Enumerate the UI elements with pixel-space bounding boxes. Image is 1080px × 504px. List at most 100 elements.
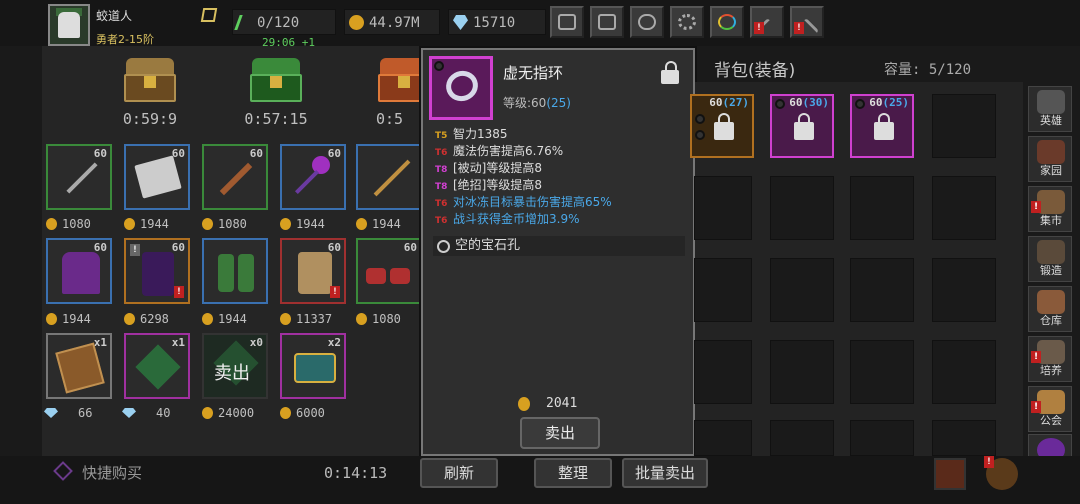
gold-coin-icon	[124, 218, 135, 230]
shop-item-dagger[interactable]: 60	[202, 144, 268, 210]
chest-2[interactable]	[248, 58, 304, 106]
bag-slot-empty[interactable]	[770, 420, 834, 456]
armor-filter-icon[interactable]	[934, 458, 966, 490]
lock-icon[interactable]	[661, 61, 679, 84]
bag-slot-empty[interactable]	[850, 176, 914, 240]
chest-3[interactable]	[376, 58, 420, 106]
settings-button[interactable]	[670, 6, 704, 38]
item-level: 60	[93, 147, 107, 160]
player-avatar[interactable]	[48, 4, 90, 46]
nav-market[interactable]: ! 集市	[1028, 186, 1072, 232]
gold-coin-icon	[202, 407, 213, 419]
nav-guild[interactable]: ! 公会	[1028, 386, 1072, 432]
lightning-icon	[234, 15, 255, 30]
bag-slot-empty[interactable]	[850, 420, 914, 456]
shop-item-book[interactable]: 60	[124, 144, 190, 210]
nav-home[interactable]: 家园	[1028, 136, 1072, 182]
nav-forge[interactable]: 锻造	[1028, 236, 1072, 282]
diamond-value: 15710	[473, 15, 516, 31]
shop-item-soldout[interactable]: x0 卖出	[202, 333, 268, 399]
energy-stat: 0/120	[232, 9, 336, 35]
gold-coin-icon	[518, 397, 530, 411]
bag-slot-empty[interactable]	[770, 340, 834, 404]
edit-icon[interactable]	[200, 8, 218, 22]
bag-slot-empty[interactable]	[932, 176, 996, 240]
bag-item-1[interactable]: 60(27)	[690, 94, 754, 158]
quick-buy-label[interactable]: 快捷购买	[82, 462, 142, 483]
price-1-4: 1944	[278, 216, 350, 232]
broken-sword-button[interactable]: !	[750, 6, 784, 43]
price-1-1: 1080	[44, 216, 116, 232]
bag-slot-empty[interactable]	[694, 340, 752, 404]
gamepad-icon	[638, 14, 656, 30]
item-icon-slot	[429, 56, 493, 120]
bag-item-3[interactable]: 60(25)	[850, 94, 914, 158]
attribute-line: T8 [被动]等级提高8	[435, 161, 542, 175]
sell-button[interactable]: 卖出	[520, 417, 600, 449]
price-3-1: 66	[44, 405, 116, 421]
empty-gem-socket[interactable]: 空的宝石孔	[433, 236, 685, 256]
bag-slot-empty[interactable]	[770, 176, 834, 240]
bag-slot-empty[interactable]	[932, 340, 996, 404]
shop-item-cloak[interactable]: 60	[46, 238, 112, 304]
chest-1-timer: 0:59:9	[122, 110, 178, 128]
shop-item-staff[interactable]: 60	[46, 144, 112, 210]
bag-item-2[interactable]: 60(30)	[770, 94, 834, 158]
item-name: 虚无指环	[503, 64, 564, 82]
shop-item-robe[interactable]: 60 ! !	[124, 238, 190, 304]
bag-slot-empty[interactable]	[770, 258, 834, 322]
gold-coin-icon	[124, 313, 135, 325]
item-level: 60	[171, 241, 185, 254]
gamepad-button[interactable]	[630, 6, 664, 38]
shop-item-chest[interactable]: x2	[280, 333, 346, 399]
mail-button[interactable]	[590, 6, 624, 38]
chest-1[interactable]	[122, 58, 178, 106]
shop-item-rune[interactable]: x1	[124, 333, 190, 399]
bag-slot-empty[interactable]	[694, 258, 752, 322]
potion-bag-icon[interactable]: !	[984, 456, 1018, 490]
color-wheel-button[interactable]	[710, 6, 744, 38]
lock-icon	[794, 113, 814, 140]
bag-slot-empty[interactable]	[694, 420, 752, 456]
crossed-swords-button[interactable]: !	[790, 6, 824, 43]
warehouse-icon	[1037, 290, 1065, 314]
shop-item-boots[interactable]: 60	[356, 238, 420, 304]
shop-item-pants[interactable]: 60 !	[280, 238, 346, 304]
bag-title: 背包(装备)	[714, 61, 796, 81]
item-level: 60	[249, 147, 263, 160]
sold-out-label: 卖出	[214, 363, 250, 384]
market-stall-icon	[1037, 190, 1065, 214]
shop-cart-button[interactable]	[550, 6, 584, 38]
attribute-line: T6 对冰冻目标暴击伤害提高65%	[435, 195, 612, 209]
bulk-sell-button[interactable]: 批量卖出	[622, 458, 708, 488]
sort-button[interactable]: 整理	[534, 458, 612, 488]
nav-hero[interactable]: 英雄	[1028, 86, 1072, 132]
bag-slot-empty[interactable]	[850, 340, 914, 404]
attribute-line: T6 战斗获得金币增加3.9%	[435, 212, 580, 226]
shop-item-sword[interactable]	[356, 144, 420, 210]
bag-slot-empty[interactable]	[850, 258, 914, 322]
bag-slot-empty[interactable]	[932, 94, 996, 158]
attribute-line: T8 [绝招]等级提高8	[435, 178, 542, 192]
bag-slot-empty[interactable]	[694, 176, 752, 240]
gold-coin-icon	[46, 313, 57, 325]
bag-slot-empty[interactable]	[932, 258, 996, 322]
guild-crest-icon	[1037, 390, 1065, 414]
item-level: 等级:60(25)	[503, 96, 571, 110]
bag-slot-empty[interactable]	[932, 420, 996, 456]
gold-coin-icon	[202, 218, 213, 230]
cloak-icon	[62, 252, 100, 294]
nav-train[interactable]: ! 培养	[1028, 336, 1072, 382]
bag-capacity: 容量: 5/120	[884, 62, 972, 78]
shop-item-tome[interactable]: x1	[46, 333, 112, 399]
shop-item-gloves[interactable]	[202, 238, 268, 304]
shop-item-scepter[interactable]: 60	[280, 144, 346, 210]
price-2-3: 1944	[200, 311, 272, 327]
energy-value: 0/120	[257, 15, 300, 31]
boots-icon	[366, 268, 386, 284]
nav-warehouse[interactable]: 仓库	[1028, 286, 1072, 332]
refresh-button[interactable]: 刷新	[420, 458, 498, 488]
item-level: 60	[403, 241, 417, 254]
gloves-icon	[218, 254, 234, 292]
item-count: x1	[171, 336, 185, 349]
